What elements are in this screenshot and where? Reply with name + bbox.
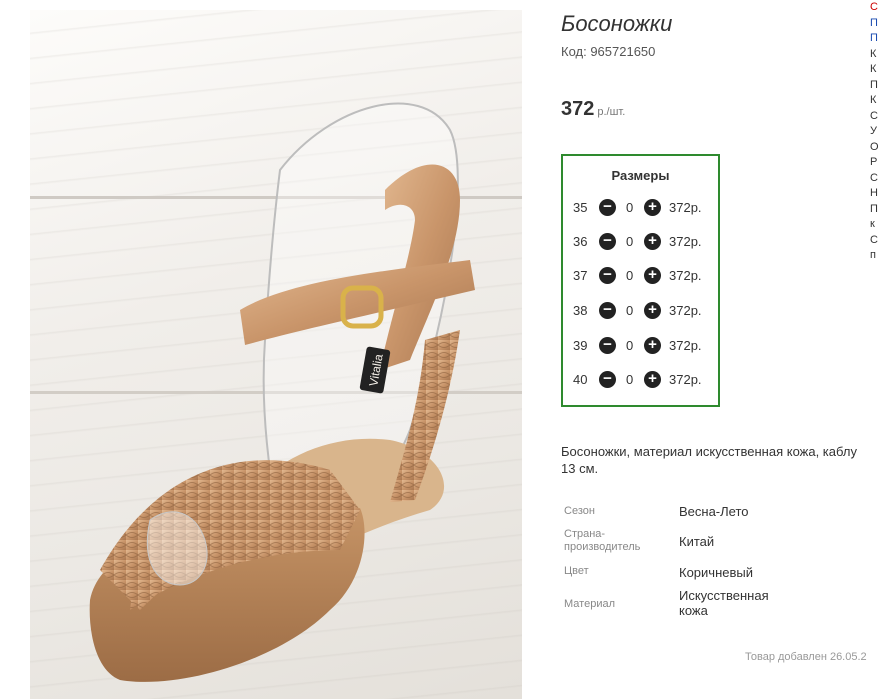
quantity-value: 0: [626, 234, 634, 249]
spec-label: Цвет: [564, 565, 589, 577]
increase-quantity-button[interactable]: +: [644, 371, 661, 388]
spec-value-line: кожа: [679, 603, 708, 618]
spec-label: Страна- производитель: [564, 528, 640, 554]
size-price: 372р.: [669, 372, 702, 387]
product-code: Код: 965721650: [561, 44, 656, 59]
side-menu-item: С: [870, 171, 878, 184]
quantity-value: 0: [626, 200, 634, 215]
side-menu-item: К: [870, 94, 877, 106]
spec-label-line: Страна-: [564, 528, 606, 540]
size-row: 35 − 0 + 372р.: [563, 198, 718, 218]
size-number: 35: [573, 200, 588, 215]
spec-value: Китай: [679, 534, 715, 549]
increase-quantity-button[interactable]: +: [644, 302, 661, 319]
side-menu-item: С: [870, 109, 878, 122]
size-price: 372р.: [669, 268, 702, 283]
size-row: 36 − 0 + 372р.: [563, 232, 718, 252]
decrease-quantity-button[interactable]: −: [599, 302, 616, 319]
side-menu-item: Н: [870, 187, 878, 199]
size-row: 38 − 0 + 372р.: [563, 301, 718, 321]
description-line: 13 см.: [561, 461, 599, 476]
sandal-illustration: Vitalia: [89, 102, 475, 682]
increase-quantity-button[interactable]: +: [644, 267, 661, 284]
product-description: Босоножки, материал искусственная кожа, …: [561, 443, 879, 477]
side-menu-item: п: [870, 249, 876, 261]
description-line: Босоножки, материал искусственная кожа, …: [561, 444, 857, 459]
decrease-quantity-button[interactable]: −: [599, 267, 616, 284]
size-row: 40 − 0 + 372р.: [563, 370, 718, 390]
quantity-value: 0: [626, 303, 634, 318]
decrease-quantity-button[interactable]: −: [599, 371, 616, 388]
quantity-value: 0: [626, 372, 634, 387]
quantity-value: 0: [626, 338, 634, 353]
product-image: Vitalia: [30, 10, 522, 699]
spec-value: Искусственная кожа: [679, 588, 769, 618]
sizes-title: Размеры: [611, 168, 670, 183]
size-row: 37 − 0 + 372р.: [563, 266, 718, 286]
spec-value: Весна-Лето: [679, 504, 749, 519]
size-price: 372р.: [669, 338, 702, 353]
spec-value: Коричневый: [679, 565, 753, 580]
spec-label: Материал: [564, 598, 615, 610]
spec-label-line: производитель: [564, 541, 641, 553]
side-menu-item: К: [870, 47, 877, 60]
side-menu-item[interactable]: П: [870, 31, 879, 47]
quantity-value: 0: [626, 268, 634, 283]
size-price: 372р.: [669, 200, 702, 215]
date-added: Товар добавлен 26.05.2: [745, 651, 867, 663]
size-number: 39: [573, 338, 588, 353]
sizes-panel: Размеры 35 − 0 + 372р. 36 − 0 + 372р. 37…: [561, 154, 720, 407]
side-menu-item[interactable]: С: [870, 0, 879, 16]
side-menu-item: П: [870, 202, 878, 215]
price-amount: 372: [561, 98, 595, 120]
side-menu-item: О: [870, 140, 879, 153]
size-row: 39 − 0 + 372р.: [563, 336, 718, 356]
size-number: 36: [573, 234, 588, 249]
side-menu-item[interactable]: П: [870, 16, 879, 32]
side-menu-item: П: [870, 78, 878, 91]
side-menu-item: У: [870, 125, 877, 137]
spec-value-line: Искусственная: [679, 588, 769, 603]
size-number: 38: [573, 303, 588, 318]
product-title: Босоножки: [561, 11, 673, 36]
price-unit: р./шт.: [597, 106, 626, 118]
side-menu-item: Р: [870, 156, 878, 168]
size-number: 40: [573, 372, 588, 387]
side-menu-item: С: [870, 233, 878, 246]
spec-label: Сезон: [564, 505, 595, 517]
decrease-quantity-button[interactable]: −: [599, 233, 616, 250]
side-menu-clipped: С П П К К П К С У О Р С Н П к С п: [870, 0, 879, 264]
increase-quantity-button[interactable]: +: [644, 199, 661, 216]
size-number: 37: [573, 268, 588, 283]
side-menu-item: К: [870, 63, 877, 75]
decrease-quantity-button[interactable]: −: [599, 337, 616, 354]
increase-quantity-button[interactable]: +: [644, 337, 661, 354]
decrease-quantity-button[interactable]: −: [599, 199, 616, 216]
increase-quantity-button[interactable]: +: [644, 233, 661, 250]
price-block: 372 р./шт.: [561, 98, 625, 121]
size-price: 372р.: [669, 234, 702, 249]
side-menu-item: к: [870, 218, 875, 230]
size-price: 372р.: [669, 303, 702, 318]
